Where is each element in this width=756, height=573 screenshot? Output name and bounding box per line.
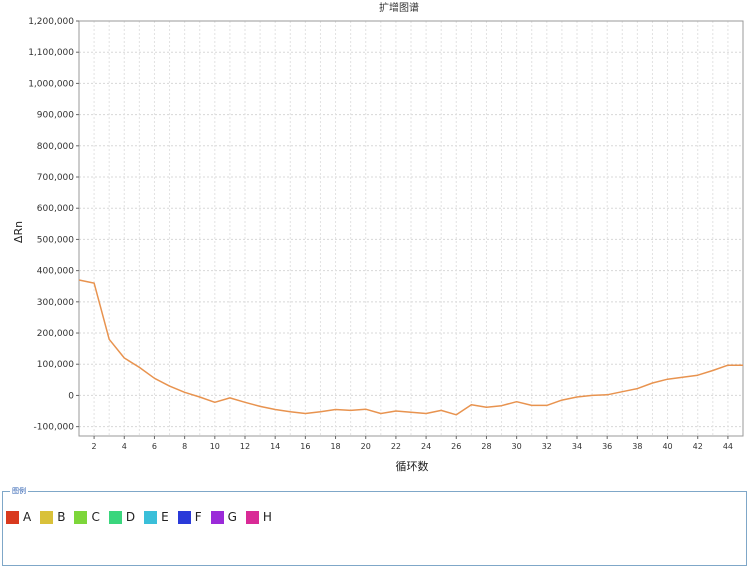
legend-items: A B C D E F G H	[6, 510, 281, 524]
x-tick-label: 40	[662, 442, 672, 451]
legend-item-f[interactable]: F	[177, 510, 202, 524]
x-tick-label: 16	[300, 442, 310, 451]
legend-swatch	[177, 510, 191, 524]
y-tick-label: 800,000	[37, 142, 74, 152]
legend-item-g[interactable]: G	[210, 510, 237, 524]
legend-swatch	[40, 510, 54, 524]
legend-item-d[interactable]: D	[108, 510, 136, 524]
legend-label: A	[23, 510, 32, 524]
legend-title: 图例	[10, 486, 28, 496]
legend-item-e[interactable]: E	[144, 510, 169, 524]
amplification-chart: -100,000 0 100,000 200,000 300,000 400,000 500…	[12, 1, 744, 473]
x-tick-label: 44	[723, 442, 733, 451]
legend-label: C	[91, 510, 100, 524]
x-tick-label: 38	[632, 442, 642, 451]
y-tick-label: 400,000	[37, 267, 74, 277]
legend-swatch	[245, 510, 259, 524]
legend-swatch	[6, 510, 19, 524]
y-tick-label: 300,000	[37, 298, 74, 308]
x-tick-label: 30	[512, 442, 522, 451]
x-tick-label: 4	[122, 442, 127, 451]
y-tick-label: 1,100,000	[28, 48, 74, 58]
y-tick-label: 1,200,000	[28, 17, 74, 27]
legend-label: H	[262, 510, 272, 524]
grid-lines	[78, 20, 744, 436]
y-tick-label: 500,000	[37, 235, 74, 245]
x-tick-label: 24	[421, 442, 431, 451]
legend-item-h[interactable]: H	[245, 510, 272, 524]
y-tick-label: 600,000	[37, 204, 74, 214]
x-tick-label: 34	[572, 442, 582, 451]
x-tick-label: 36	[602, 442, 612, 451]
legend-label: D	[125, 510, 136, 524]
legend-swatch	[74, 510, 88, 524]
y-tick-label: 0	[68, 391, 74, 401]
y-tick-label: 200,000	[37, 329, 74, 339]
y-tick-labels: -100,000 0 100,000 200,000 300,000 400,000 500…	[28, 17, 74, 433]
y-tick-label: 700,000	[37, 173, 74, 183]
legend-panel: 图例 A B C D E F G H	[2, 486, 747, 566]
y-axis-label: ΔRn	[12, 221, 25, 243]
x-tick-label: 8	[182, 442, 187, 451]
chart-title: 扩增图谱	[379, 1, 419, 14]
legend-swatch	[210, 510, 224, 524]
x-tick-label: 42	[693, 442, 703, 451]
y-tick-label: -100,000	[34, 423, 75, 433]
x-tick-label: 18	[330, 442, 340, 451]
legend-swatch	[108, 510, 122, 524]
x-tick-label: 10	[210, 442, 220, 451]
y-tick-label: 100,000	[37, 360, 74, 370]
x-tick-label: 14	[270, 442, 280, 451]
legend-label: E	[161, 510, 169, 524]
x-tick-label: 12	[240, 442, 250, 451]
legend-label: G	[227, 510, 237, 524]
x-tick-label: 6	[152, 442, 157, 451]
x-tick-labels: 2 4 6 8 10 12 14 16 18 20 22 24 26 28 30 32 34 36 38 40 42 44	[92, 442, 733, 451]
x-tick-label: 28	[481, 442, 491, 451]
y-tick-label: 1,000,000	[28, 79, 74, 89]
legend-label: F	[194, 510, 202, 524]
x-tick-label: 2	[92, 442, 97, 451]
legend-label: B	[57, 510, 66, 524]
x-tick-label: 32	[542, 442, 552, 451]
legend-swatch	[144, 510, 158, 524]
x-tick-label: 26	[451, 442, 461, 451]
x-axis-label: 循环数	[396, 460, 429, 473]
y-tick-label: 900,000	[37, 111, 74, 121]
legend-item-a[interactable]: A	[6, 510, 31, 524]
legend-item-b[interactable]: B	[40, 510, 65, 524]
legend-item-c[interactable]: C	[74, 510, 100, 524]
x-tick-label: 22	[391, 442, 401, 451]
x-tick-label: 20	[361, 442, 371, 451]
